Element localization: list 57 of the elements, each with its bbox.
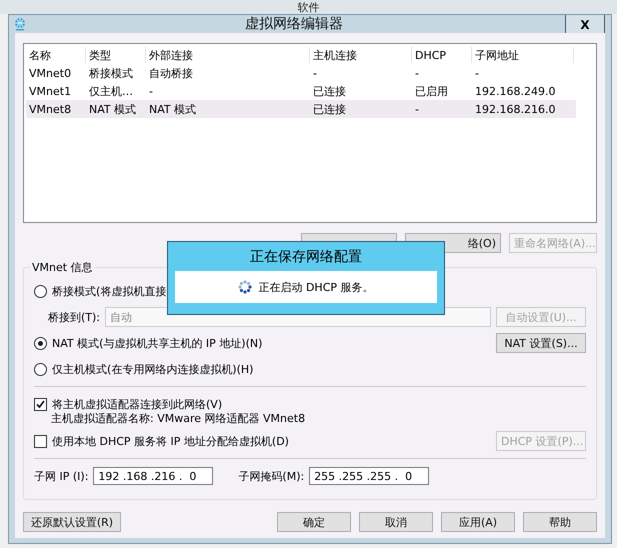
table-cell-text: VMnet0 [28,66,72,80]
radio-button[interactable] [34,362,47,376]
progress-title: 正在保存网络配置 [250,248,362,266]
table-cell-text: 已连接 [312,102,347,116]
table-cell-text: 已连接 [312,84,347,98]
table-cell-text: NAT 模式 [148,102,198,116]
table-cell-text: 仅主机… [88,84,134,98]
radio-label: 仅主机模式(在专用网络内连接虚拟机)(H) [52,362,254,376]
table-cell-text: 桥接模式 [88,66,134,80]
table-cell-text: - [414,66,420,80]
dialog-button[interactable]: 确定 [277,512,351,532]
table-cell-text: - [474,66,480,80]
close-button[interactable]: X [565,15,605,35]
table-cell-text: 自动桥接 [148,66,194,80]
radio-button[interactable] [34,284,47,298]
table-row[interactable]: VMnet1 仅主机… - 已连接 已启用 192.168.249.0 [26,82,576,100]
radio-button[interactable] [34,336,47,350]
checkbox[interactable] [34,434,47,448]
table-cell-text: NAT 模式 [88,102,138,116]
table-cell-text: VMnet8 [28,102,72,116]
table-cell-text: 192.168.249.0 [474,84,556,98]
column-header[interactable]: 主机连接 [310,47,412,63]
column-header[interactable]: DHCP [412,47,472,63]
column-header[interactable]: 子网地址 [472,47,574,63]
restore-defaults-button[interactable]: 还原默认设置(R) [23,512,121,532]
table-cell-text: 192.168.216.0 [474,102,556,116]
adapter-name: 主机虚拟适配器名称: VMware 网络适配器 VMnet8 [50,411,306,426]
table-cell-text: - [312,66,318,80]
checkbox-label: 将主机虚拟适配器连接到此网络(V) [52,396,222,412]
nat-settings-button[interactable]: NAT 设置(S)... [496,333,586,353]
subnet-ip-label: 子网 IP (I): [34,468,88,484]
column-header[interactable]: 类型 [86,47,146,63]
subnet-mask-field[interactable]: 255 .255 .255 . 0 [309,467,430,485]
dialog-button[interactable]: 应用(A) [441,512,515,532]
table-row[interactable]: VMnet0 桥接模式 自动桥接 - - - [26,64,576,82]
progress-message: 正在启动 DHCP 服务。 [258,280,374,294]
subnet-ip-field[interactable]: 192 .168 .216 . 0 [93,467,214,485]
checkbox-label: 使用本地 DHCP 服务将 IP 地址分配给虚拟机(D) [52,434,289,448]
table-cell-text: - [414,102,420,116]
radio-label: 桥接模式(将虚拟机直接 [52,284,166,298]
column-header[interactable]: 外部连接 [146,47,310,63]
checkbox[interactable] [34,398,47,410]
bridge-to-label: 桥接到(T): [48,310,100,324]
table-cell-text: VMnet1 [28,84,72,98]
globe-icon [13,17,27,31]
table-cell-text: - [148,84,154,98]
column-header[interactable]: 名称 [26,47,86,63]
spinner-icon [238,280,252,294]
radio-label: NAT 模式(与虚拟机共享主机的 IP 地址)(N) [52,336,262,350]
subnet-mask-label: 子网掩码(M): [238,468,304,484]
table-cell-text: 已启用 [414,84,449,98]
table-row[interactable]: VMnet8 NAT 模式 NAT 模式 已连接 - 192.168.216.0 [26,100,576,118]
window-title: 虚拟网络编辑器 [244,15,344,33]
group-title: VMnet 信息 [30,260,95,275]
dialog-button[interactable]: 帮助 [523,512,597,532]
background-window-title: 软件 [298,1,320,14]
dialog-button[interactable]: 取消 [359,512,433,532]
